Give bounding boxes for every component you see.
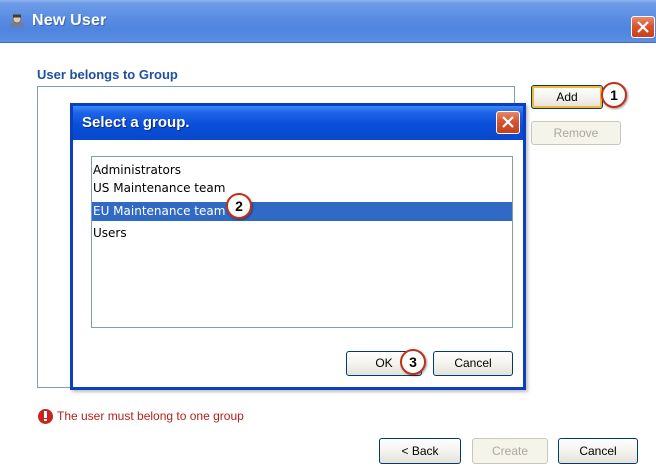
window-title: New User — [32, 12, 107, 29]
section-label: User belongs to Group — [37, 67, 178, 82]
list-item-us-maintenance-team[interactable]: US Maintenance team — [92, 179, 512, 198]
dialog-title: Select a group. — [82, 114, 190, 131]
dialog-close-button[interactable] — [496, 111, 520, 134]
close-icon — [637, 21, 649, 33]
cancel-button[interactable]: Cancel — [558, 438, 638, 464]
step-badge-3: 3 — [400, 349, 426, 375]
error-icon — [38, 409, 53, 424]
user-icon — [8, 13, 26, 29]
error-text: The user must belong to one group — [57, 409, 244, 423]
window-title-bar[interactable]: New User — [0, 0, 656, 43]
window-close-button[interactable] — [631, 16, 655, 38]
group-list[interactable]: Administrators US Maintenance team EU Ma… — [91, 156, 513, 328]
close-icon — [502, 116, 514, 128]
list-item-administrators[interactable]: Administrators — [92, 161, 512, 180]
dialog-title-bar[interactable]: Select a group. — [73, 106, 523, 140]
dialog-cancel-button[interactable]: Cancel — [433, 351, 513, 376]
new-user-window: New User User belongs to Group Add Remov… — [0, 0, 656, 476]
select-group-dialog: Select a group. Administrators US Mainte… — [70, 103, 526, 390]
step-badge-2: 2 — [226, 193, 252, 219]
create-button[interactable]: Create — [472, 438, 548, 464]
add-button[interactable]: Add — [531, 85, 603, 109]
list-item-users[interactable]: Users — [92, 224, 512, 243]
back-button[interactable]: < Back — [379, 438, 461, 464]
remove-button[interactable]: Remove — [531, 121, 621, 145]
list-item-eu-maintenance-team[interactable]: EU Maintenance team — [92, 202, 512, 221]
step-badge-1: 1 — [601, 82, 627, 108]
